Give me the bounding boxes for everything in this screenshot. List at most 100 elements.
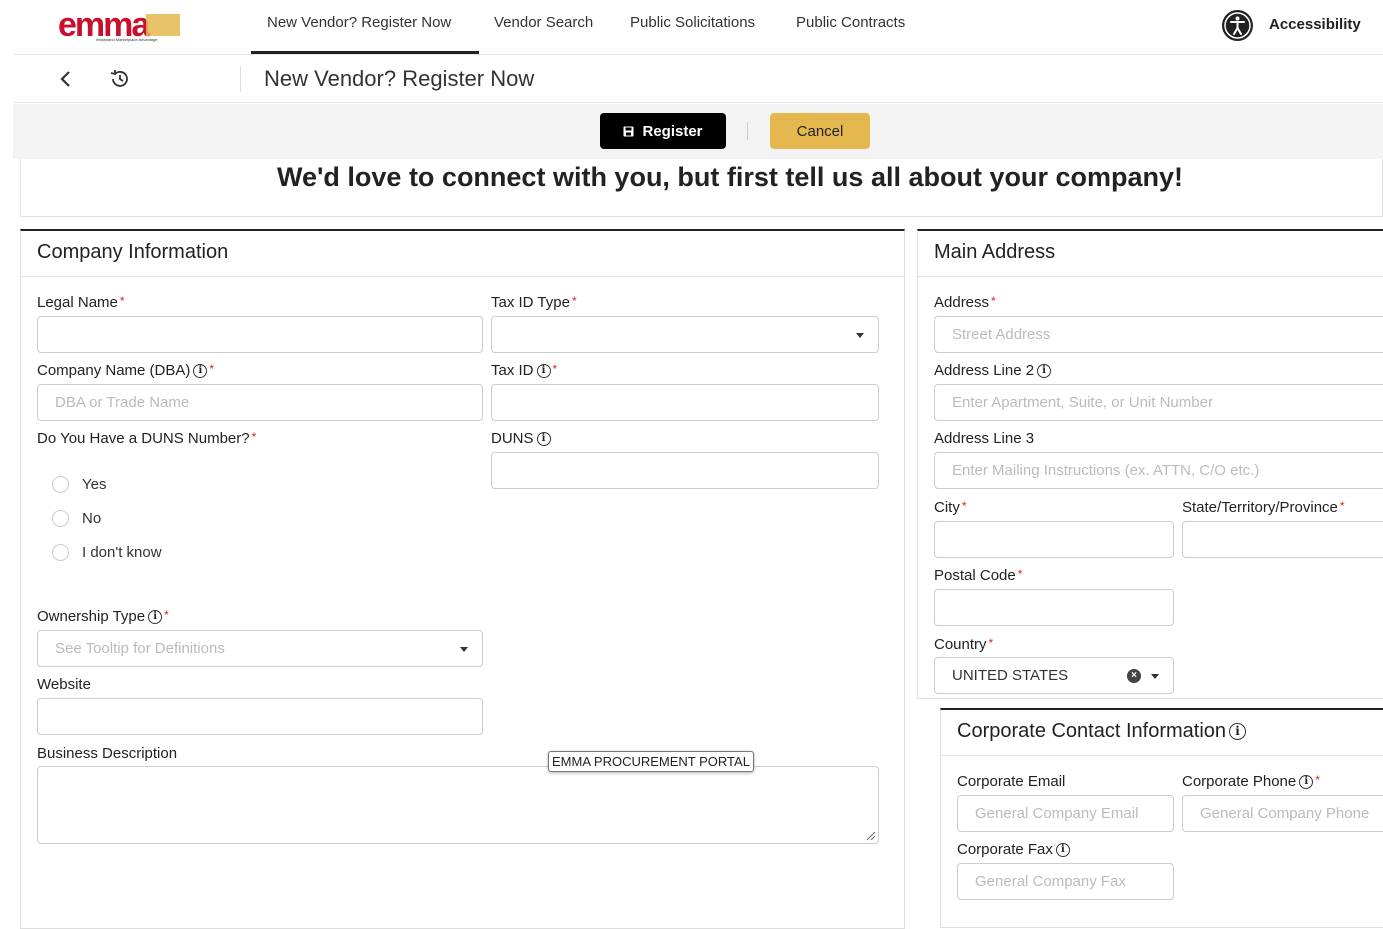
tax-id-type-select[interactable] xyxy=(491,316,879,353)
tax-id-type-label-text: Tax ID Type xyxy=(491,294,570,311)
register-button[interactable]: Register xyxy=(600,113,726,149)
dba-input[interactable]: DBA or Trade Name xyxy=(37,384,483,421)
city-label-text: City xyxy=(934,499,960,516)
required-marker: * xyxy=(1315,773,1320,787)
website-label: Website xyxy=(37,676,91,693)
city-input[interactable] xyxy=(934,521,1174,558)
duns-label-text: DUNS xyxy=(491,430,534,447)
required-marker: * xyxy=(164,608,169,622)
corporate-phone-placeholder: General Company Phone xyxy=(1200,805,1370,822)
required-marker: * xyxy=(1339,499,1345,513)
address-line-2-label: Address Line 2i xyxy=(934,362,1052,379)
chevron-down-icon xyxy=(460,647,468,652)
action-divider xyxy=(747,122,748,140)
corporate-phone-input[interactable]: General Company Phone xyxy=(1182,795,1383,832)
required-marker: * xyxy=(251,430,257,444)
history-icon[interactable] xyxy=(109,68,131,90)
dba-label-text: Company Name (DBA) xyxy=(37,362,191,379)
info-icon[interactable]: i xyxy=(1055,843,1070,858)
nav-link-public-contracts[interactable]: Public Contracts xyxy=(796,14,905,31)
resize-handle-icon[interactable] xyxy=(866,831,876,841)
info-icon[interactable]: i xyxy=(1299,775,1314,790)
required-marker: * xyxy=(571,294,577,308)
business-description-label: Business Description xyxy=(37,745,178,762)
corporate-email-label: Corporate Email xyxy=(957,773,1066,790)
top-nav: emma eMaryland Marketplace Advantage New… xyxy=(13,0,1383,55)
address-line-3-label: Address Line 3 xyxy=(934,430,1035,447)
duns-radio-yes[interactable] xyxy=(52,476,69,493)
chevron-down-icon[interactable] xyxy=(1151,674,1159,679)
street-address-input[interactable]: Street Address xyxy=(934,316,1383,353)
info-icon[interactable]: i xyxy=(1229,723,1247,741)
duns-input[interactable] xyxy=(491,452,879,489)
postal-code-input[interactable] xyxy=(934,589,1174,626)
clear-icon[interactable]: × xyxy=(1127,669,1141,683)
legal-name-label-text: Legal Name xyxy=(37,294,118,311)
address-line-2-placeholder: Enter Apartment, Suite, or Unit Number xyxy=(952,394,1213,411)
postal-code-label: Postal Code * xyxy=(934,567,1022,584)
logo-tagline: eMaryland Marketplace Advantage xyxy=(96,37,158,42)
corporate-fax-label-text: Corporate Fax xyxy=(957,841,1053,858)
accessibility-label[interactable]: Accessibility xyxy=(1269,16,1361,33)
required-marker: * xyxy=(209,362,215,376)
nav-link-vendor-search[interactable]: Vendor Search xyxy=(494,14,593,31)
legal-name-input[interactable] xyxy=(37,316,483,353)
country-select[interactable]: UNITED STATES × xyxy=(934,657,1174,694)
tooltip: EMMA PROCUREMENT PORTAL xyxy=(548,751,754,772)
corporate-fax-placeholder: General Company Fax xyxy=(975,873,1126,890)
accessibility-icon[interactable] xyxy=(1221,9,1254,42)
required-marker: * xyxy=(119,294,125,308)
duns-question-label-text: Do You Have a DUNS Number? xyxy=(37,430,250,447)
panel-separator xyxy=(941,755,1383,756)
tax-id-input[interactable] xyxy=(491,384,879,421)
corporate-fax-input[interactable]: General Company Fax xyxy=(957,863,1174,900)
city-label: City * xyxy=(934,499,967,516)
cancel-button[interactable]: Cancel xyxy=(770,113,870,149)
duns-option-no-label[interactable]: No xyxy=(82,510,101,527)
dba-label: Company Name (DBA) i * xyxy=(37,362,214,379)
dba-placeholder: DBA or Trade Name xyxy=(55,394,190,411)
duns-radio-no[interactable] xyxy=(52,510,69,527)
corporate-phone-label: Corporate Phone i * xyxy=(1182,773,1320,790)
duns-label: DUNS i xyxy=(491,430,551,447)
country-label: Country * xyxy=(934,636,993,653)
corporate-contact-title: Corporate Contact Information i xyxy=(957,720,1247,743)
state-select[interactable] xyxy=(1182,521,1383,558)
corporate-email-placeholder: General Company Email xyxy=(975,805,1139,822)
website-input[interactable] xyxy=(37,698,483,735)
postal-code-label-text: Postal Code xyxy=(934,567,1016,584)
action-bar: Register Cancel xyxy=(13,104,1383,159)
info-icon[interactable]: i xyxy=(536,432,551,447)
address-line-2-input[interactable]: Enter Apartment, Suite, or Unit Number xyxy=(934,384,1383,421)
corporate-email-input[interactable]: General Company Email xyxy=(957,795,1174,832)
ownership-type-label-text: Ownership Type xyxy=(37,608,146,625)
company-information-title: Company Information xyxy=(37,241,229,263)
nav-link-register[interactable]: New Vendor? Register Now xyxy=(267,14,451,31)
address-line-3-input[interactable]: Enter Mailing Instructions (ex. ATTN, C/… xyxy=(934,452,1383,489)
address-line-2-label-text: Address Line 2 xyxy=(934,362,1035,379)
ownership-placeholder: See Tooltip for Definitions xyxy=(55,640,225,657)
page-title: New Vendor? Register Now xyxy=(264,66,535,91)
tax-id-type-label: Tax ID Type * xyxy=(491,294,577,311)
business-description-textarea[interactable] xyxy=(37,766,879,844)
info-icon[interactable]: i xyxy=(1037,364,1052,379)
required-marker: * xyxy=(552,362,558,376)
duns-option-yes-label[interactable]: Yes xyxy=(82,476,106,493)
duns-radio-dont-know[interactable] xyxy=(52,544,69,561)
nav-active-indicator xyxy=(251,51,479,54)
ownership-type-label: Ownership Type i * xyxy=(37,608,169,625)
panel-separator xyxy=(918,276,1383,277)
save-icon xyxy=(623,126,634,136)
country-label-text: Country xyxy=(934,636,987,653)
register-label: Register xyxy=(642,122,703,140)
nav-link-public-solicitations[interactable]: Public Solicitations xyxy=(630,14,755,31)
address-label: Address * xyxy=(934,294,996,311)
info-icon[interactable]: i xyxy=(148,610,163,625)
duns-option-dont-know-label[interactable]: I don't know xyxy=(82,544,162,561)
emma-logo[interactable]: emma eMaryland Marketplace Advantage xyxy=(58,6,183,44)
ownership-type-select[interactable]: See Tooltip for Definitions xyxy=(37,630,483,667)
back-icon[interactable] xyxy=(57,68,75,90)
info-icon[interactable]: i xyxy=(536,364,551,379)
duns-question-label: Do You Have a DUNS Number? * xyxy=(37,430,256,447)
info-icon[interactable]: i xyxy=(193,364,208,379)
